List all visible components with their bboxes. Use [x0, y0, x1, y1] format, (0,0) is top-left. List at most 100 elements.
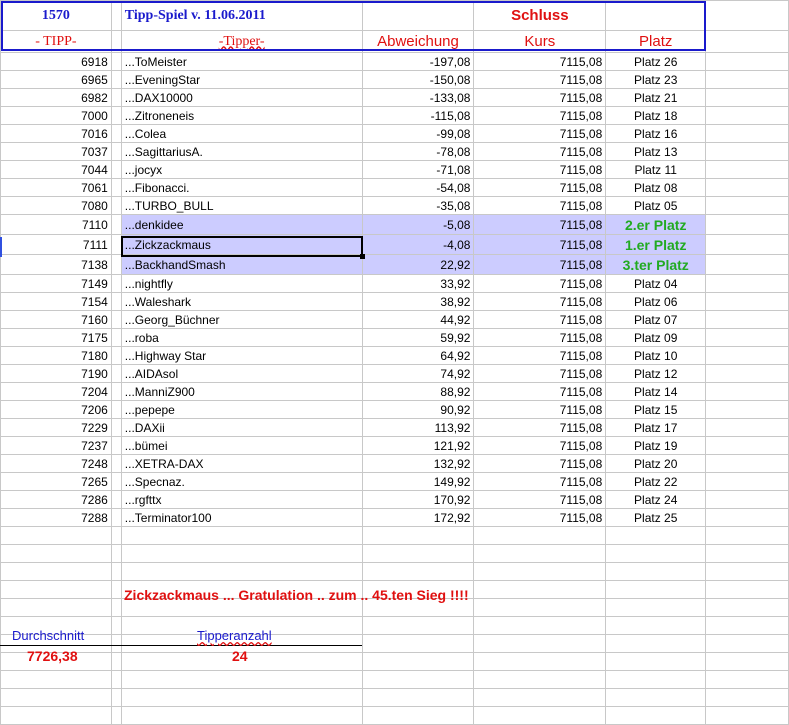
- tipp-cell[interactable]: 7190: [0, 364, 112, 383]
- tipp-cell[interactable]: 7206: [0, 400, 112, 419]
- abweichung-cell[interactable]: -4,08: [361, 234, 475, 255]
- tipp-cell[interactable]: 6982: [0, 88, 112, 107]
- abweichung-cell[interactable]: 170,92: [361, 490, 475, 509]
- platz-cell[interactable]: 2.er Platz: [605, 214, 707, 235]
- tipp-cell[interactable]: 7160: [0, 310, 112, 329]
- abweichung-cell[interactable]: 90,92: [361, 400, 475, 419]
- abweichung-cell[interactable]: 149,92: [361, 472, 475, 491]
- kurs-cell[interactable]: 7115,08: [473, 124, 607, 143]
- kurs-cell[interactable]: 7115,08: [473, 88, 607, 107]
- tipper-cell[interactable]: ...DAXii: [120, 418, 363, 437]
- platz-cell[interactable]: Platz 19: [605, 436, 707, 455]
- platz-cell[interactable]: Platz 21: [605, 88, 707, 107]
- platz-cell[interactable]: Platz 17: [605, 418, 707, 437]
- tipp-cell[interactable]: 6965: [0, 70, 112, 89]
- abweichung-cell[interactable]: -99,08: [361, 124, 475, 143]
- col-abweichung[interactable]: Abweichung: [361, 30, 475, 53]
- kurs-cell[interactable]: 7115,08: [473, 436, 607, 455]
- kurs-cell[interactable]: 7115,08: [473, 400, 607, 419]
- platz-cell[interactable]: Platz 05: [605, 196, 707, 215]
- abweichung-cell[interactable]: 22,92: [361, 254, 475, 275]
- kurs-cell[interactable]: 7115,08: [473, 142, 607, 161]
- tipper-cell[interactable]: ...DAX10000: [120, 88, 363, 107]
- platz-cell[interactable]: Platz 16: [605, 124, 707, 143]
- tipper-cell[interactable]: ...jocyx: [120, 160, 363, 179]
- tipp-cell[interactable]: 7016: [0, 124, 112, 143]
- tipp-cell[interactable]: 7149: [0, 274, 112, 293]
- tipper-cell[interactable]: ...rgfttx: [120, 490, 363, 509]
- tipp-cell[interactable]: 7180: [0, 346, 112, 365]
- kurs-cell[interactable]: 7115,08: [473, 328, 607, 347]
- platz-cell[interactable]: Platz 15: [605, 400, 707, 419]
- tipp-cell[interactable]: 7288: [0, 508, 112, 527]
- kurs-cell[interactable]: 7115,08: [473, 364, 607, 383]
- sheet-title[interactable]: Tipp-Spiel v. 11.06.2011: [120, 0, 363, 31]
- abweichung-cell[interactable]: 74,92: [361, 364, 475, 383]
- tipper-cell[interactable]: ...pepepe: [120, 400, 363, 419]
- col-platz[interactable]: Platz: [605, 30, 707, 53]
- abweichung-cell[interactable]: -133,08: [361, 88, 475, 107]
- tipp-cell[interactable]: 7080: [0, 196, 112, 215]
- tipp-cell[interactable]: 6918: [0, 52, 112, 71]
- tipper-cell[interactable]: ...ManniZ900: [120, 382, 363, 401]
- tipp-cell[interactable]: 7138: [0, 254, 112, 275]
- col-tipp[interactable]: - TIPP-: [0, 30, 112, 53]
- kurs-cell[interactable]: 7115,08: [473, 254, 607, 275]
- tipper-cell[interactable]: ...SagittariusA.: [120, 142, 363, 161]
- platz-cell[interactable]: Platz 08: [605, 178, 707, 197]
- abweichung-cell[interactable]: 44,92: [361, 310, 475, 329]
- platz-cell[interactable]: Platz 18: [605, 106, 707, 125]
- platz-cell[interactable]: Platz 04: [605, 274, 707, 293]
- tipper-cell[interactable]: ...Waleshark: [120, 292, 363, 311]
- platz-cell[interactable]: Platz 22: [605, 472, 707, 491]
- tipp-cell[interactable]: 7000: [0, 106, 112, 125]
- platz-cell[interactable]: Platz 25: [605, 508, 707, 527]
- tipp-cell[interactable]: 7044: [0, 160, 112, 179]
- tipp-cell[interactable]: 7229: [0, 418, 112, 437]
- tipper-cell[interactable]: ...XETRA-DAX: [120, 454, 363, 473]
- kurs-cell[interactable]: 7115,08: [473, 178, 607, 197]
- tipper-cell[interactable]: ...Terminator100: [120, 508, 363, 527]
- kurs-cell[interactable]: 7115,08: [473, 508, 607, 527]
- kurs-cell[interactable]: 7115,08: [473, 70, 607, 89]
- tipp-cell[interactable]: 7286: [0, 490, 112, 509]
- abweichung-cell[interactable]: -71,08: [361, 160, 475, 179]
- tipp-cell[interactable]: 7248: [0, 454, 112, 473]
- tipp-cell[interactable]: 7111: [0, 234, 112, 255]
- tipper-cell[interactable]: ...nightfly: [120, 274, 363, 293]
- abweichung-cell[interactable]: -78,08: [361, 142, 475, 161]
- col-kurs[interactable]: Kurs: [473, 30, 607, 53]
- kurs-cell[interactable]: 7115,08: [473, 160, 607, 179]
- kurs-cell[interactable]: 7115,08: [473, 52, 607, 71]
- kurs-cell[interactable]: 7115,08: [473, 106, 607, 125]
- kurs-cell[interactable]: 7115,08: [473, 274, 607, 293]
- platz-cell[interactable]: Platz 11: [605, 160, 707, 179]
- platz-cell[interactable]: Platz 13: [605, 142, 707, 161]
- tipper-cell[interactable]: ...bümei: [120, 436, 363, 455]
- kurs-cell[interactable]: 7115,08: [473, 382, 607, 401]
- abweichung-cell[interactable]: 33,92: [361, 274, 475, 293]
- tipper-cell[interactable]: ...Georg_Büchner: [120, 310, 363, 329]
- abweichung-cell[interactable]: -5,08: [361, 214, 475, 235]
- kurs-cell[interactable]: 7115,08: [473, 196, 607, 215]
- platz-cell[interactable]: 1.er Platz: [605, 234, 707, 255]
- tipp-count[interactable]: 1570: [0, 0, 112, 31]
- abweichung-cell[interactable]: -115,08: [361, 106, 475, 125]
- abweichung-cell[interactable]: 113,92: [361, 418, 475, 437]
- tipp-cell[interactable]: 7175: [0, 328, 112, 347]
- tipp-cell[interactable]: 7265: [0, 472, 112, 491]
- platz-cell[interactable]: Platz 12: [605, 364, 707, 383]
- abweichung-cell[interactable]: 121,92: [361, 436, 475, 455]
- kurs-cell[interactable]: 7115,08: [473, 292, 607, 311]
- tipp-cell[interactable]: 7061: [0, 178, 112, 197]
- kurs-cell[interactable]: 7115,08: [473, 490, 607, 509]
- active-cell-selection[interactable]: [121, 236, 365, 259]
- platz-cell[interactable]: 3.ter Platz: [605, 254, 707, 275]
- abweichung-cell[interactable]: -150,08: [361, 70, 475, 89]
- tipp-cell[interactable]: 7110: [0, 214, 112, 235]
- kurs-cell[interactable]: 7115,08: [473, 214, 607, 235]
- abweichung-cell[interactable]: 64,92: [361, 346, 475, 365]
- abweichung-cell[interactable]: 132,92: [361, 454, 475, 473]
- abweichung-cell[interactable]: 88,92: [361, 382, 475, 401]
- tipp-cell[interactable]: 7237: [0, 436, 112, 455]
